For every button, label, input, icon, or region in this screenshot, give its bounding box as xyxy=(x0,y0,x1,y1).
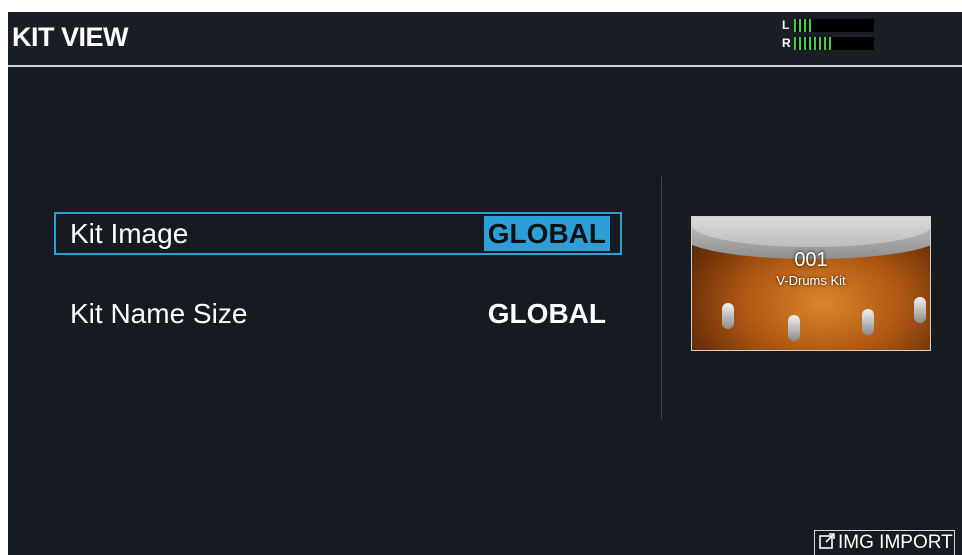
meter-right-track xyxy=(794,37,874,50)
page-title: KIT VIEW xyxy=(12,22,129,52)
kit-view-screen: KIT VIEW L R Kit Image GLOBAL Kit Name S… xyxy=(8,12,962,555)
meter-right-segment xyxy=(809,37,811,50)
drum-lug-graphic xyxy=(862,309,874,335)
meter-right-segment xyxy=(794,37,796,50)
meter-left-segment xyxy=(794,19,796,32)
img-import-button[interactable]: IMG IMPORT xyxy=(814,530,955,555)
meter-right-segment xyxy=(804,37,806,50)
meter-left-label: L xyxy=(782,18,790,32)
meter-left-segment xyxy=(804,19,806,32)
meter-left-segment xyxy=(809,19,811,32)
param-label: Kit Name Size xyxy=(70,298,248,329)
parameter-list: Kit Image GLOBAL Kit Name Size GLOBAL xyxy=(54,212,624,342)
meter-right-segment xyxy=(814,37,816,50)
param-row-kit-image[interactable]: Kit Image GLOBAL xyxy=(54,212,622,255)
meter-left-track xyxy=(794,19,874,32)
meter-right-segment xyxy=(829,37,831,50)
meter-left-segment xyxy=(799,19,801,32)
meter-right-label: R xyxy=(782,36,791,50)
drum-lug-graphic xyxy=(788,315,800,341)
drum-lug-graphic xyxy=(914,297,926,323)
level-meter: L R xyxy=(782,17,874,57)
kit-number: 001 xyxy=(794,249,828,271)
param-value[interactable]: GLOBAL xyxy=(484,296,610,331)
kit-name: V-Drums Kit xyxy=(776,273,846,288)
header-bar: KIT VIEW L R xyxy=(8,12,962,67)
meter-right-segment xyxy=(799,37,801,50)
external-link-icon xyxy=(819,533,835,549)
param-label: Kit Image xyxy=(70,218,189,249)
meter-right-segment xyxy=(824,37,826,50)
kit-image-preview: 001 V-Drums Kit xyxy=(691,216,931,351)
divider xyxy=(661,177,662,419)
img-import-label: IMG IMPORT xyxy=(838,532,953,553)
param-value[interactable]: GLOBAL xyxy=(483,216,610,251)
drum-lug-graphic xyxy=(722,303,734,329)
param-row-kit-name-size[interactable]: Kit Name Size GLOBAL xyxy=(54,292,622,335)
meter-right-segment xyxy=(819,37,821,50)
